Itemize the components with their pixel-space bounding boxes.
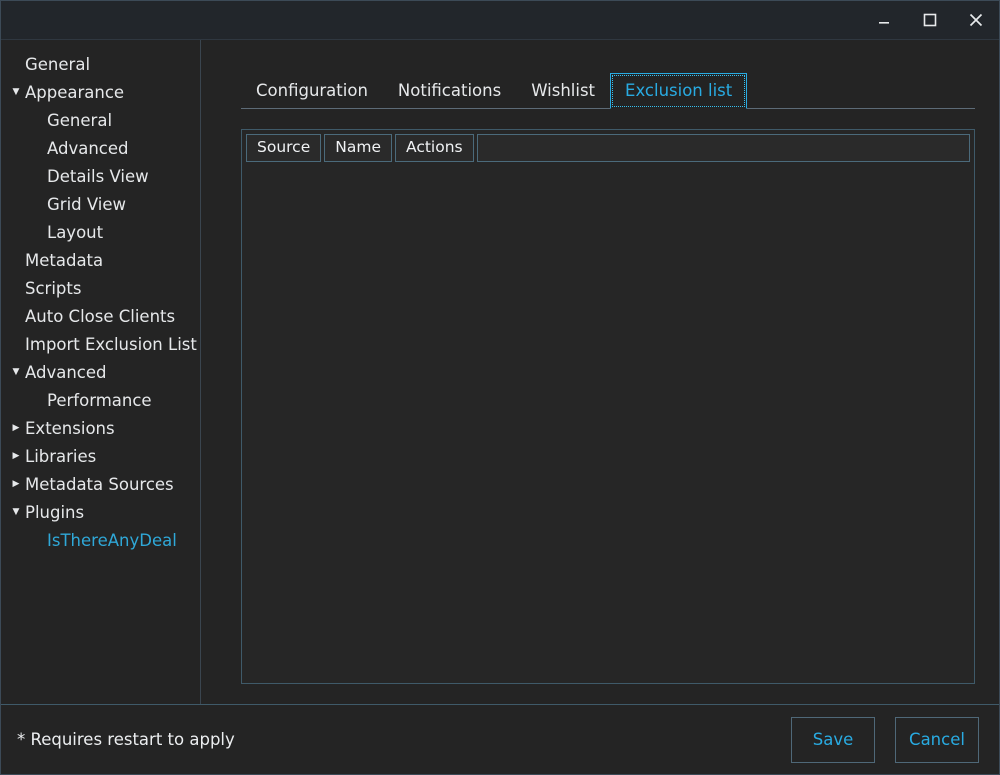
sidebar-item-label: Performance	[47, 390, 152, 410]
minimize-button[interactable]	[861, 1, 907, 39]
sidebar-item-label: General	[25, 54, 91, 74]
sidebar-item-label: Layout	[47, 222, 104, 242]
title-bar	[1, 1, 999, 40]
table-header-row: Source Name Actions	[242, 130, 974, 162]
settings-sidebar: ▶General▼Appearance▶General▶Advanced▶Det…	[1, 40, 201, 704]
chevron-right-icon[interactable]: ▶	[8, 479, 24, 489]
sidebar-item-label: Plugins	[25, 502, 85, 522]
sidebar-item-general[interactable]: ▶General	[1, 106, 200, 134]
chevron-down-icon[interactable]: ▼	[8, 87, 24, 97]
tab-wishlist[interactable]: Wishlist	[516, 73, 610, 109]
tab-exclusion-list[interactable]: Exclusion list	[610, 73, 748, 109]
sidebar-item-label: Auto Close Clients	[25, 306, 176, 326]
sidebar-item-plugins[interactable]: ▼ Plugins	[1, 498, 200, 526]
settings-content: Configuration Notifications Wishlist Exclus…	[201, 40, 999, 704]
sidebar-item-label: Details View	[47, 166, 149, 186]
exclusion-list-panel: Source Name Actions	[241, 129, 975, 684]
settings-window: ▶General▼Appearance▶General▶Advanced▶Det…	[0, 0, 1000, 775]
sidebar-item-metadata-sources[interactable]: ▶ Metadata Sources	[1, 470, 200, 498]
sidebar-item-isthereanydeal[interactable]: ▶IsThereAnyDeal	[1, 526, 200, 554]
sidebar-item-libraries[interactable]: ▶ Libraries	[1, 442, 200, 470]
save-button[interactable]: Save	[791, 716, 875, 763]
chevron-down-icon[interactable]: ▼	[8, 507, 24, 517]
table-header-filler[interactable]	[476, 134, 970, 162]
chevron-right-icon[interactable]: ▶	[8, 423, 24, 433]
sidebar-item-label: Import Exclusion List	[25, 334, 197, 354]
table-header-name[interactable]: Name	[324, 134, 392, 162]
sidebar-item-label: Scripts	[25, 278, 82, 298]
sidebar-item-advanced[interactable]: ▶Advanced	[1, 134, 200, 162]
sidebar-item-advanced[interactable]: ▼ Advanced	[1, 358, 200, 386]
chevron-right-icon[interactable]: ▶	[8, 451, 24, 461]
tab-strip: Configuration Notifications Wishlist Exclus…	[241, 66, 975, 109]
sidebar-item-layout[interactable]: ▶Layout	[1, 218, 200, 246]
close-icon	[969, 13, 983, 27]
sidebar-item-auto-close-clients[interactable]: ▶Auto Close Clients	[1, 302, 200, 330]
window-body: ▶General▼Appearance▶General▶Advanced▶Det…	[1, 40, 999, 704]
sidebar-item-scripts[interactable]: ▶Scripts	[1, 274, 200, 302]
sidebar-item-metadata[interactable]: ▶Metadata	[1, 246, 200, 274]
chevron-down-icon[interactable]: ▼	[8, 367, 24, 377]
sidebar-item-details-view[interactable]: ▶Details View	[1, 162, 200, 190]
maximize-button[interactable]	[907, 1, 953, 39]
table-header-actions[interactable]: Actions	[394, 134, 474, 162]
sidebar-item-label: Metadata Sources	[25, 474, 174, 494]
sidebar-item-general[interactable]: ▶General	[1, 50, 200, 78]
sidebar-item-label: Extensions	[25, 418, 115, 438]
sidebar-item-grid-view[interactable]: ▶Grid View	[1, 190, 200, 218]
sidebar-item-label: Grid View	[47, 194, 127, 214]
sidebar-item-label: Metadata	[25, 250, 104, 270]
tab-configuration[interactable]: Configuration	[241, 73, 383, 109]
sidebar-item-label: General	[47, 110, 113, 130]
sidebar-item-label: Appearance	[25, 82, 125, 102]
cancel-button[interactable]: Cancel	[895, 716, 979, 763]
sidebar-item-import-exclusion-list[interactable]: ▶Import Exclusion List	[1, 330, 200, 358]
table-body	[242, 162, 974, 683]
sidebar-item-label: Libraries	[25, 446, 97, 466]
sidebar-item-extensions[interactable]: ▶ Extensions	[1, 414, 200, 442]
close-button[interactable]	[953, 1, 999, 39]
maximize-icon	[923, 13, 937, 27]
sidebar-item-appearance[interactable]: ▼ Appearance	[1, 78, 200, 106]
restart-note: * Requires restart to apply	[17, 730, 235, 749]
minimize-icon	[879, 22, 889, 24]
footer-bar: * Requires restart to apply Save Cancel	[1, 704, 999, 774]
tab-notifications[interactable]: Notifications	[383, 73, 516, 109]
sidebar-item-label: Advanced	[47, 138, 129, 158]
sidebar-item-label: Advanced	[25, 362, 107, 382]
table-header-source[interactable]: Source	[246, 134, 322, 162]
sidebar-item-label: IsThereAnyDeal	[47, 530, 177, 550]
sidebar-item-performance[interactable]: ▶Performance	[1, 386, 200, 414]
